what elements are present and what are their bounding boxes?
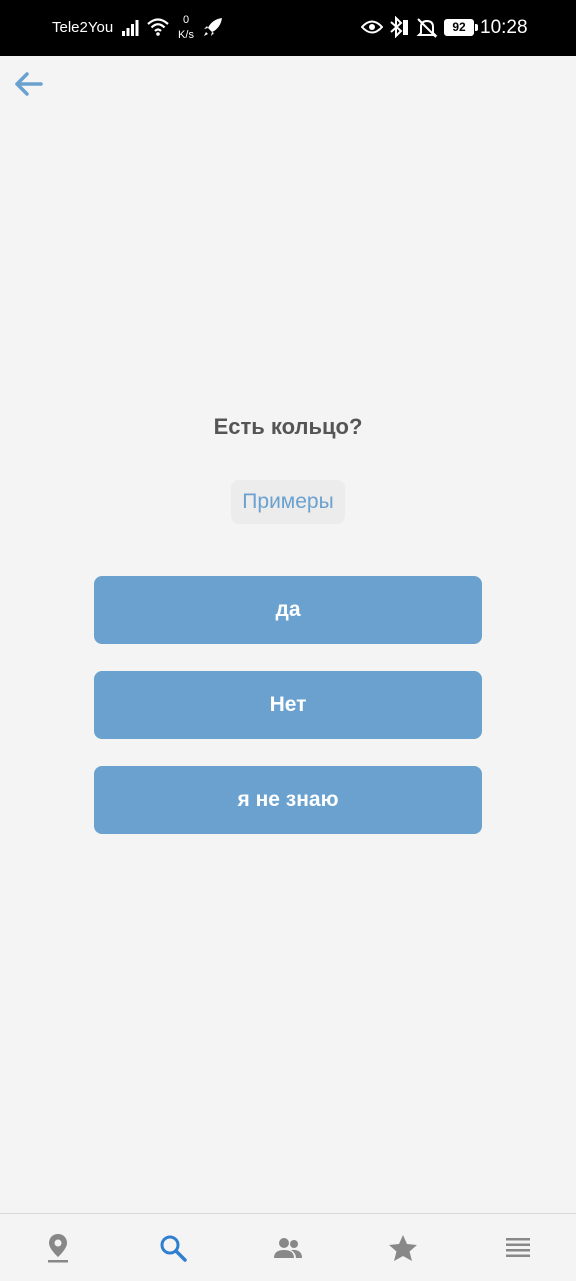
nav-item-menu[interactable] <box>460 1214 575 1281</box>
star-icon <box>388 1234 417 1261</box>
answer-yes-button[interactable]: да <box>94 576 482 644</box>
nav-item-people[interactable] <box>230 1214 345 1281</box>
bell-muted-icon <box>416 17 438 44</box>
menu-list-icon <box>505 1237 530 1257</box>
bluetooth-icon <box>388 15 410 43</box>
wifi-icon <box>146 17 170 42</box>
back-button[interactable] <box>10 66 46 102</box>
arrow-left-icon <box>15 72 43 96</box>
location-pin-icon <box>47 1233 68 1262</box>
carrier-name: Tele2You <box>52 19 114 36</box>
speed-unit: K/s <box>178 29 194 41</box>
answer-dont-know-button[interactable]: я не знаю <box>94 766 482 834</box>
signal-icon <box>122 18 142 41</box>
clock: 10:28 <box>480 17 528 38</box>
status-bar: Tele2You 0 K/s 92 10:28 <box>0 0 576 56</box>
search-icon <box>160 1235 187 1262</box>
nav-item-location[interactable] <box>0 1214 115 1281</box>
bottom-navigation <box>0 1213 576 1280</box>
battery-indicator: 92 <box>444 19 478 36</box>
nav-item-search[interactable] <box>115 1214 230 1281</box>
eye-icon <box>360 19 384 40</box>
people-icon <box>273 1237 302 1258</box>
examples-button[interactable]: Примеры <box>231 480 345 524</box>
nav-item-favorites[interactable] <box>345 1214 460 1281</box>
question-title: Есть кольцо? <box>213 414 363 439</box>
network-speed: 0 K/s <box>175 13 197 43</box>
rocket-icon <box>202 16 224 43</box>
speed-value: 0 <box>182 14 190 26</box>
answer-no-button[interactable]: Нет <box>94 671 482 739</box>
